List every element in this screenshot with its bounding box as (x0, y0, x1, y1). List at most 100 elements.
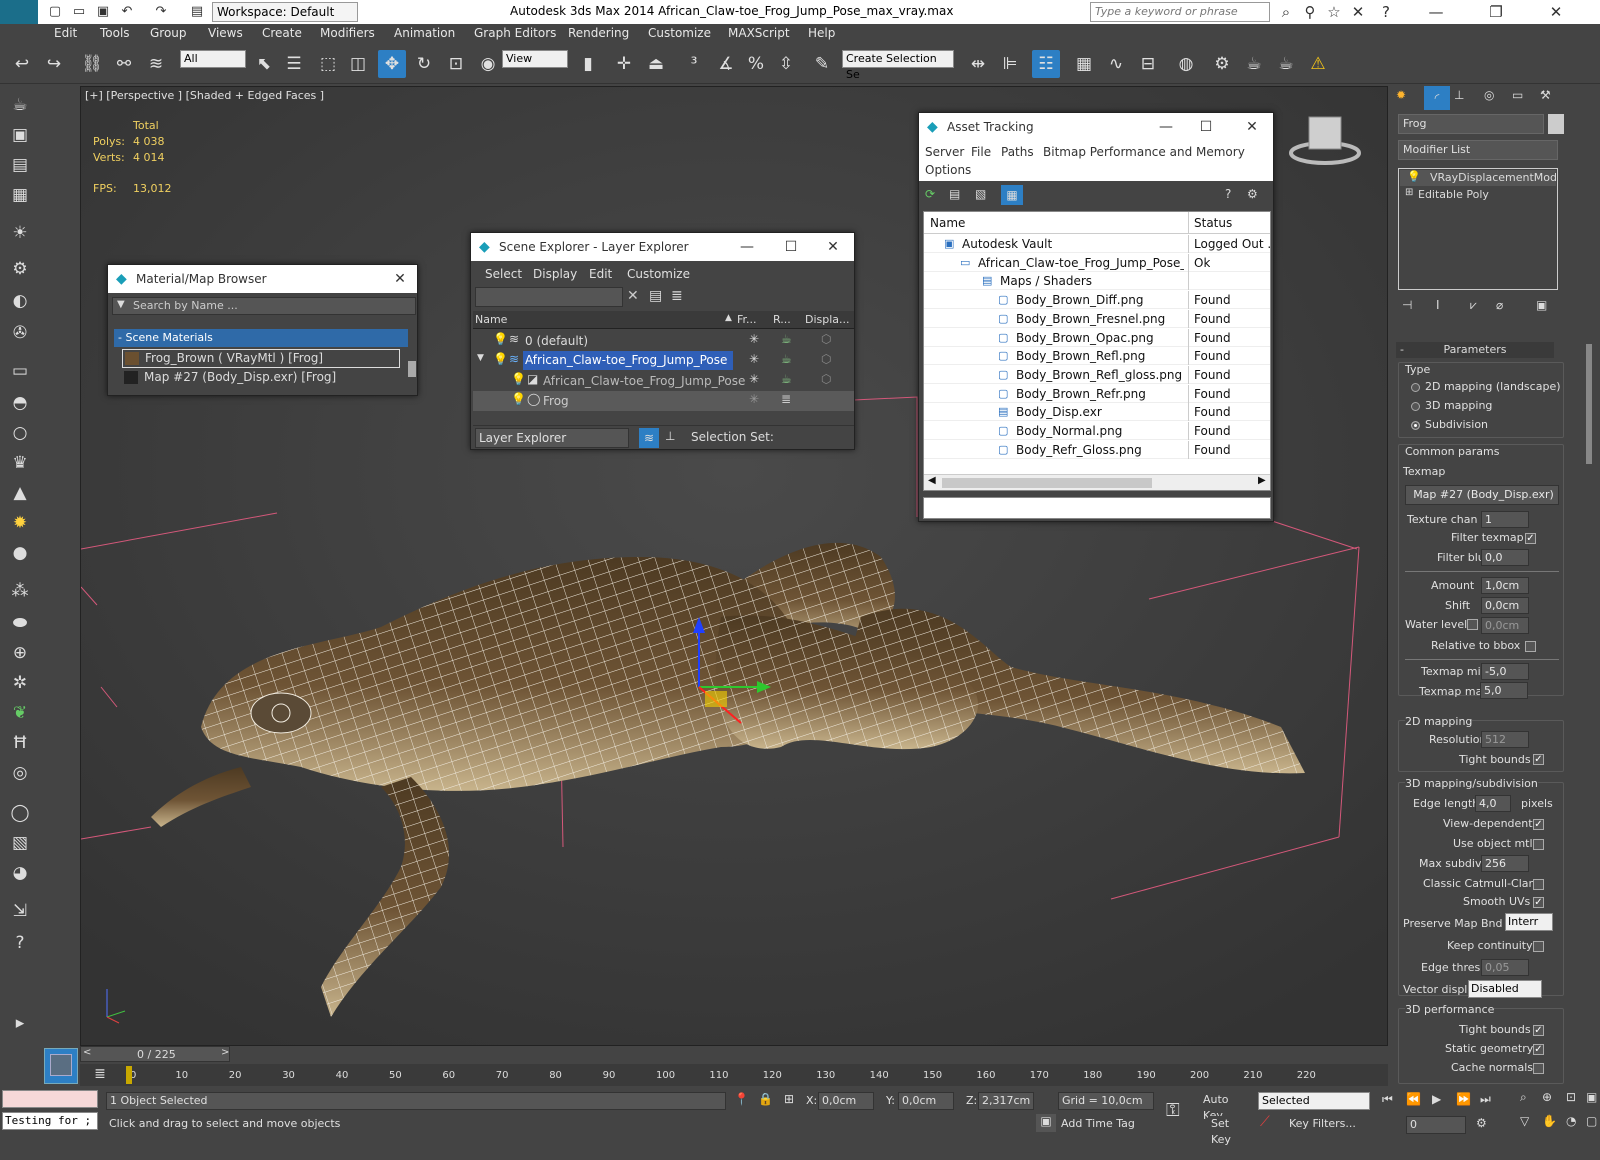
scrollbar-thumb[interactable] (408, 361, 416, 377)
cone-icon[interactable]: ▲ (6, 480, 34, 506)
light-bulb-icon[interactable]: ☀ (6, 220, 34, 246)
configure-sets-icon[interactable]: ▣ (1536, 298, 1547, 312)
asset-row[interactable]: ▢ Body_Brown_Fresnel.png Found (924, 309, 1270, 328)
modifier-bulb-icon[interactable]: 💡 (1407, 170, 1421, 183)
texture-chan-spinner[interactable]: 1 (1481, 511, 1529, 528)
texmap-button[interactable]: Map #27 (Body_Disp.exr) (1405, 485, 1559, 505)
select-move-icon[interactable]: ✥ (378, 50, 406, 78)
sun-icon[interactable]: ✹ (6, 510, 34, 536)
freeze-snowflake-icon[interactable]: ✳ (749, 372, 759, 386)
cache-normals-checkbox[interactable] (1533, 1063, 1544, 1074)
restore-window-icon[interactable]: ❐ (1486, 2, 1506, 22)
curve-editor-icon[interactable]: ∿ (1102, 50, 1130, 78)
use-object-mtl-checkbox[interactable] (1533, 839, 1544, 850)
close-icon[interactable]: ✕ (1237, 113, 1267, 141)
smooth-uvs-checkbox[interactable]: ✓ (1533, 897, 1544, 908)
scene-menu-display[interactable]: Display (533, 267, 577, 281)
asset-menu-options[interactable]: Options (925, 163, 971, 177)
material-ball-icon[interactable]: ◯ (6, 800, 34, 826)
rendered-frame-window-icon[interactable]: ☕ (1240, 50, 1268, 78)
maxscript-mini-listener[interactable]: Testing for ; (2, 1112, 98, 1130)
asset-row[interactable]: ▤ Body_Disp.exr Found (924, 403, 1270, 422)
col-render[interactable]: R... (773, 313, 791, 326)
unlink-icon[interactable]: ⚯ (110, 50, 138, 78)
current-frame-field[interactable]: 0 (1406, 1116, 1466, 1134)
select-scale-icon[interactable]: ⊡ (442, 50, 470, 78)
new-layer-icon[interactable]: ▤ (649, 288, 662, 304)
render-teapot-icon[interactable]: ☕ (781, 352, 792, 366)
menu-customize[interactable]: Customize (648, 26, 711, 40)
render-layer-icon[interactable]: ≣ (781, 392, 791, 406)
capsule-icon[interactable]: ⬬ (6, 610, 34, 636)
warning-icon[interactable]: ⚠ (1304, 50, 1332, 78)
shift-spinner[interactable]: 0,0cm (1481, 597, 1529, 614)
set-key-button[interactable]: Set Key (1208, 1116, 1252, 1146)
texmap-min-spinner[interactable]: -5,0 (1481, 663, 1529, 680)
scene-menu-customize[interactable]: Customize (627, 267, 690, 281)
project-folder-icon[interactable]: ▤ (188, 3, 206, 21)
expand-plus-icon[interactable]: ⊞ (1405, 187, 1413, 198)
compass-icon[interactable]: ⊕ (6, 640, 34, 666)
spinner-snap-icon[interactable]: ⇳ (772, 50, 800, 78)
view-dependent-checkbox[interactable]: ✓ (1533, 819, 1544, 830)
prev-frame-icon[interactable]: < (83, 1047, 91, 1058)
asset-menu-file[interactable]: File (971, 145, 991, 159)
snaps-toggle-icon[interactable]: ³ (680, 50, 708, 78)
particles-icon[interactable]: ⁂ (6, 578, 34, 604)
scroll-thumb[interactable] (942, 478, 1152, 488)
play-icon[interactable]: ▶ (1432, 1092, 1441, 1106)
layer-row[interactable]: 💡 ≋ 0 (default) ✳ ☕ ⬡ (473, 331, 854, 351)
reference-coordinate-dropdown[interactable]: View (502, 50, 568, 68)
link-icon[interactable]: ⛓ (78, 50, 106, 78)
max-subdivs-spinner[interactable]: 256 (1481, 855, 1529, 872)
open-file-icon[interactable]: ▭ (70, 3, 88, 21)
col-freeze[interactable]: Fr... (737, 313, 757, 326)
keyboard-shortcut-override-icon[interactable]: ⏏ (642, 50, 670, 78)
minimize-icon[interactable]: — (732, 233, 762, 261)
scroll-right-icon[interactable]: ▶ (1258, 475, 1266, 486)
edge-thresh-spinner[interactable]: 0,05 (1481, 959, 1529, 976)
col-asset-status[interactable]: Status (1194, 216, 1232, 230)
material-editor-icon[interactable]: ◍ (1172, 50, 1200, 78)
create-tab-icon[interactable]: ✹ (1396, 88, 1406, 102)
grass-icon[interactable]: ❦ (6, 700, 34, 726)
layer-explorer-icon[interactable]: ☷ (1032, 50, 1060, 78)
hair-fur-icon[interactable]: Ħ (6, 730, 34, 756)
utilities-tab-icon[interactable]: ⚒ (1540, 88, 1551, 102)
window-crossing-icon[interactable]: ◫ (344, 50, 372, 78)
asset-row[interactable]: ▤ Maps / Shaders (924, 272, 1270, 291)
clear-search-icon[interactable]: ✕ (627, 288, 639, 304)
selection-filter-dropdown[interactable]: All (180, 50, 246, 68)
absolute-mode-icon[interactable]: ⊞ (784, 1092, 794, 1106)
subscription-icon[interactable]: ⚲ (1300, 2, 1320, 22)
freeze-snowflake-icon[interactable]: ✳ (749, 332, 759, 346)
help-icon[interactable]: ? (1225, 187, 1231, 201)
horizontal-scrollbar[interactable]: ◀ ▶ (924, 474, 1270, 490)
list-icon[interactable]: ▤ (6, 152, 34, 178)
tight-bounds-2d-checkbox[interactable]: ✓ (1533, 754, 1544, 765)
display-box-icon[interactable]: ⬡ (821, 332, 831, 346)
material-browser-titlebar[interactable]: ◆ Material/Map Browser ✕ (108, 265, 417, 293)
perf-tight-bounds-checkbox[interactable]: ✓ (1533, 1025, 1544, 1036)
go-to-end-icon[interactable]: ⏭ (1480, 1092, 1491, 1107)
orbit-icon[interactable]: ◔ (1566, 1114, 1576, 1128)
asset-row[interactable]: ▢ Body_Brown_Opac.png Found (924, 328, 1270, 347)
render-setup-icon[interactable]: ⚙ (1208, 50, 1236, 78)
close-icon[interactable]: ✕ (385, 265, 415, 293)
bind-space-warp-icon[interactable]: ≋ (142, 50, 170, 78)
render-production-icon[interactable]: ☕ (1272, 50, 1300, 78)
menu-rendering[interactable]: Rendering (568, 26, 629, 40)
key-filters-button[interactable]: Key Filters... (1286, 1116, 1370, 1134)
key-mode-pen-icon[interactable]: ⟋ (1260, 1114, 1270, 1130)
freeze-snowflake-icon[interactable]: ✳ (749, 352, 759, 366)
render-teapot-icon[interactable]: ☕ (781, 372, 792, 386)
image-icon[interactable]: ▣ (6, 122, 34, 148)
menu-create[interactable]: Create (262, 26, 302, 40)
zoom-extents-icon[interactable]: ⊡ (1566, 1090, 1576, 1104)
mirror-icon[interactable]: ⇹ (964, 50, 992, 78)
menu-modifiers[interactable]: Modifiers (320, 26, 375, 40)
menu-help[interactable]: Help (808, 26, 835, 40)
stack-item-vraydisplacement[interactable]: VRayDisplacementMod (1400, 170, 1557, 186)
align-icon[interactable]: ⊫ (996, 50, 1024, 78)
time-config-icon[interactable]: ⚙ (1476, 1116, 1487, 1130)
